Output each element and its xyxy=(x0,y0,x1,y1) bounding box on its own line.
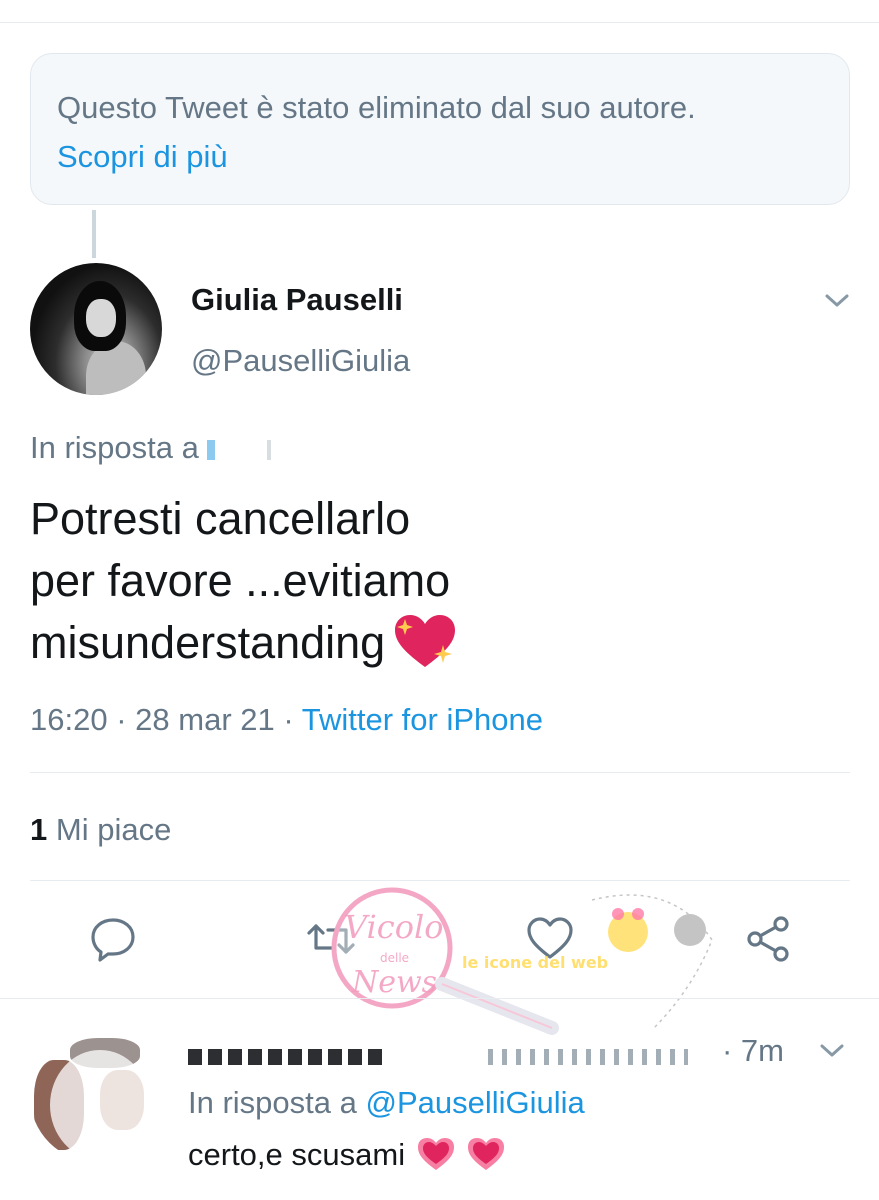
top-divider xyxy=(0,22,879,23)
author-handle[interactable]: @PauselliGiulia xyxy=(191,343,410,379)
tweet-text-line-3-wrap: misunderstanding xyxy=(30,612,790,675)
retweet-icon[interactable] xyxy=(306,914,356,964)
tweet-text-line-1: Potresti cancellarlo xyxy=(30,493,411,544)
reply-text-line: certo,e scusami xyxy=(188,1137,506,1175)
reply-text: certo,e scusami xyxy=(188,1137,406,1172)
in-reply-to-line: In risposta a xyxy=(30,430,407,466)
likes-stat[interactable]: 1 Mi piace xyxy=(30,812,171,848)
watermark-text-2: delle xyxy=(380,951,409,965)
watermark-logo: Vicolo delle News le icone del web xyxy=(331,887,713,1035)
author-avatar[interactable] xyxy=(30,263,162,395)
deleted-tweet-notice: Questo Tweet è stato eliminato dal suo a… xyxy=(30,53,850,205)
learn-more-link[interactable]: Scopri di più xyxy=(57,137,823,177)
comment-icon[interactable] xyxy=(88,914,138,964)
chevron-down-icon[interactable] xyxy=(822,285,852,315)
meta-separator-2: · xyxy=(283,702,294,737)
thread-connector-line xyxy=(92,210,96,258)
author-display-name[interactable]: Giulia Pauselli xyxy=(191,282,403,318)
divider xyxy=(0,998,879,999)
tweet-text-line-3: misunderstanding xyxy=(30,617,386,668)
divider xyxy=(30,772,850,773)
in-reply-to-label: In risposta a xyxy=(30,430,199,465)
chevron-down-icon[interactable] xyxy=(817,1035,847,1065)
share-icon[interactable] xyxy=(744,914,794,964)
sparkling-heart-emoji-icon xyxy=(395,615,456,668)
tweet-time: 16:20 xyxy=(30,702,108,737)
growing-heart-emoji-icon xyxy=(417,1137,454,1170)
reply-time: · 7m xyxy=(722,1033,784,1068)
tweet-date: 28 mar 21 xyxy=(135,702,275,737)
heart-outline-icon[interactable] xyxy=(525,914,575,964)
tweet-text-line-2: per favore ...evitiamo xyxy=(30,555,451,606)
watermark-text-1: Vicolo xyxy=(344,908,443,946)
reply-author-avatar[interactable] xyxy=(30,1030,162,1162)
reply-in-reply-to-label: In risposta a xyxy=(188,1085,357,1120)
watermark-text-3: News xyxy=(351,965,437,1000)
growing-heart-emoji-icon xyxy=(468,1137,505,1170)
redacted-mention xyxy=(206,439,407,460)
deleted-notice-text: Questo Tweet è stato eliminato dal suo a… xyxy=(57,90,696,125)
tweet-source-link[interactable]: Twitter for iPhone xyxy=(302,702,543,737)
likes-count: 1 xyxy=(30,812,48,847)
likes-label: Mi piace xyxy=(55,812,172,847)
divider xyxy=(30,880,850,881)
reply-mention-link[interactable]: @PauselliGiulia xyxy=(366,1085,585,1120)
tweet-meta: 16:20 · 28 mar 21 · Twitter for iPhone xyxy=(30,702,543,738)
reply-author-name-redacted xyxy=(188,1045,708,1067)
meta-separator-1: · xyxy=(116,702,127,737)
tweet-text: Potresti cancellarlo per favore ...eviti… xyxy=(30,488,790,675)
reply-in-reply-to-line: In risposta a @PauselliGiulia xyxy=(188,1085,585,1121)
